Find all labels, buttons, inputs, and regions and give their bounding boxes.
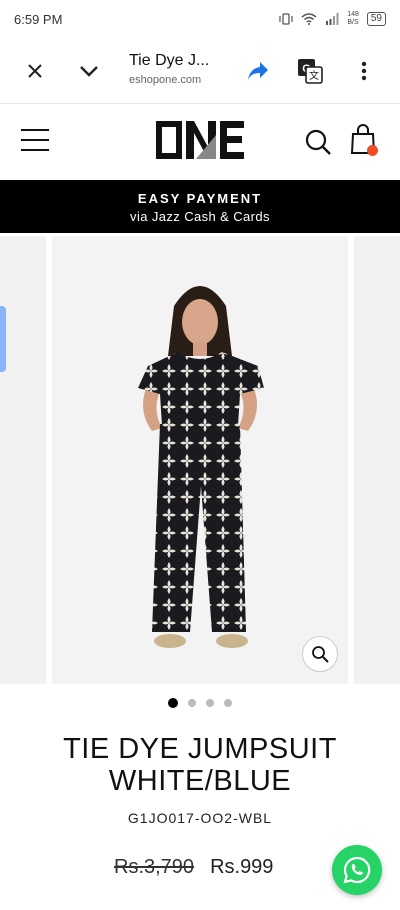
more-options-button[interactable]: [346, 53, 382, 89]
sale-price: Rs.999: [210, 856, 274, 878]
hamburger-menu-icon: [21, 129, 49, 151]
expand-button[interactable]: [71, 53, 107, 89]
page-info[interactable]: Tie Dye J... eshopone.com: [129, 52, 229, 86]
zoom-button[interactable]: [302, 636, 338, 672]
search-icon: [305, 129, 331, 155]
cart-badge: [367, 145, 378, 156]
signal-icon: [326, 13, 339, 25]
promo-subtext: via Jazz Cash & Cards: [130, 209, 270, 224]
promo-banner: EASY PAYMENT via Jazz Cash & Cards: [0, 180, 400, 233]
net-speed-value: 148: [347, 11, 359, 18]
share-button[interactable]: [240, 53, 276, 89]
whatsapp-chat-button[interactable]: [332, 845, 382, 895]
product-sku: G1JO017-OO2-WBL: [127, 810, 273, 826]
promo-heading: EASY PAYMENT: [137, 191, 263, 206]
page-tab-title: Tie Dye J...: [129, 52, 210, 69]
net-speed: 148 B/S: [347, 11, 359, 27]
next-slide[interactable]: [354, 236, 400, 684]
carousel-dot[interactable]: [188, 699, 196, 707]
carousel-dot[interactable]: [224, 699, 232, 707]
product-image[interactable]: [52, 236, 348, 684]
browser-toolbar: Tie Dye J... eshopone.com G文: [0, 38, 400, 104]
product-title-line2: WHITE/BLUE: [108, 765, 292, 797]
product-gallery[interactable]: [0, 236, 400, 684]
status-bar: 6:59 PM 148 B/S 59: [0, 0, 400, 38]
vibrate-icon: [279, 13, 293, 25]
carousel-indicator: [0, 698, 400, 708]
model-photo: [138, 286, 264, 648]
status-icons: 148 B/S 59: [279, 11, 386, 27]
status-time: 6:59 PM: [14, 11, 63, 27]
wifi-icon: [301, 13, 317, 25]
battery-indicator: 59: [366, 12, 386, 26]
close-tab-button[interactable]: [17, 53, 53, 89]
cart-button[interactable]: [350, 124, 380, 156]
previous-slide[interactable]: [0, 236, 46, 684]
share-icon: [248, 62, 268, 80]
price-row: Rs.3,790 Rs.999: [114, 856, 273, 879]
original-price: Rs.3,790: [114, 856, 195, 878]
chevron-down-icon: [80, 66, 98, 77]
more-vert-icon: [361, 61, 367, 81]
net-speed-unit: B/S: [347, 19, 359, 26]
svg-text:文: 文: [309, 69, 319, 82]
translate-icon: G文: [298, 59, 323, 84]
carousel-dot[interactable]: [168, 698, 178, 708]
close-icon: [28, 64, 42, 78]
translate-button[interactable]: G文: [292, 53, 328, 89]
search-button[interactable]: [304, 128, 332, 156]
product-title: TIE DYE JUMPSUIT WHITE/BLUE: [0, 733, 400, 797]
site-logo[interactable]: [156, 121, 244, 159]
search-icon: [312, 646, 329, 663]
menu-button[interactable]: [20, 128, 50, 152]
carousel-dot[interactable]: [206, 699, 214, 707]
page-url: eshopone.com: [129, 74, 202, 86]
product-title-line1: TIE DYE JUMPSUIT: [63, 733, 337, 765]
whatsapp-icon: [343, 856, 371, 884]
side-drawer-handle[interactable]: [0, 306, 6, 372]
one-logo: [156, 121, 244, 159]
